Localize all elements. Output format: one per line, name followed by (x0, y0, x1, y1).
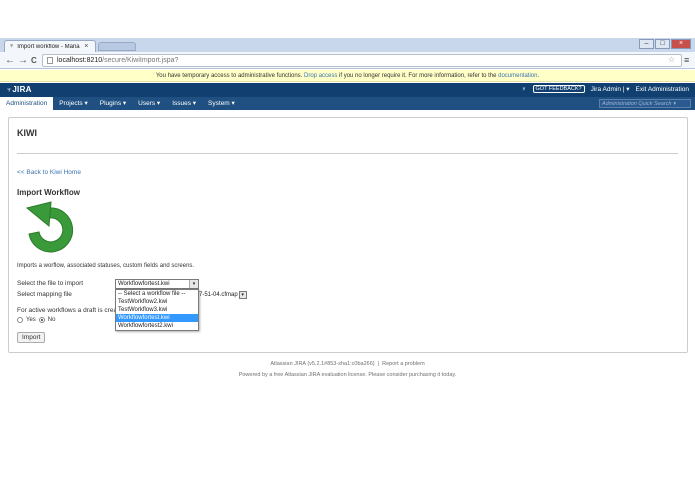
content-panel: KIWI << Back to Kiwi Home Import Workflo… (8, 117, 688, 353)
minimize-icon[interactable]: – (639, 39, 654, 49)
footer-version: Atlassian JIRA (v5.2.1#853-sha1:c0ba266)… (0, 361, 695, 367)
import-workflow-icon (25, 201, 74, 253)
user-caret-icon: ▾ (626, 86, 630, 93)
import-description: Imports a worflow, associated statuses, … (17, 263, 195, 269)
version-text: Atlassian JIRA (v5.2.1#853-sha1:c0ba266) (270, 361, 375, 367)
back-to-kiwi-link[interactable]: << Back to Kiwi Home (17, 169, 81, 176)
admin-nav: Administration Projects ▾ Plugins ▾ User… (0, 97, 695, 110)
workflow-file-value: Workflowfortest.kwi (118, 281, 170, 287)
banner-prefix: You have temporary access to administrat… (155, 73, 303, 79)
window-controls: – □ × (639, 39, 691, 49)
nav-issues[interactable]: Issues ▾ (166, 97, 202, 110)
forward-icon[interactable]: → (18, 55, 28, 66)
nav-system[interactable]: System ▾ (202, 97, 241, 110)
dropdown-option[interactable]: TestWorkflow3.kwi (116, 306, 198, 314)
workflow-file-select[interactable]: Workflowfortest.kwi ▾ (115, 279, 199, 289)
nav-users[interactable]: Users ▾ (132, 97, 166, 110)
mapping-file-select[interactable]: 7-51-04.cfmap ▾ (199, 290, 247, 300)
footer-license: Powered by a free Atlassian JIRA evaluat… (238, 372, 457, 378)
divider (17, 153, 678, 154)
url-path: /secure/KiwiImport.jspa? (102, 57, 179, 64)
chevron-down-icon[interactable]: ▾ (238, 291, 247, 299)
url-host: localhost:8210 (57, 57, 103, 64)
import-button[interactable]: Import (17, 332, 46, 343)
tab-close-icon[interactable]: × (84, 43, 88, 50)
banner-middle: if you no longer require it. For more in… (339, 73, 497, 79)
nav-administration[interactable]: Administration (0, 97, 54, 110)
radio-yes-label: Yes (26, 317, 36, 323)
window-close-icon[interactable]: × (671, 39, 691, 49)
maximize-icon[interactable]: □ (655, 39, 670, 49)
drop-access-link[interactable]: Drop access (304, 73, 337, 79)
dropdown-option-selected[interactable]: Workflowfortest.kwi (116, 314, 198, 322)
jira-logo-text: JIRA (12, 85, 32, 94)
feedback-button[interactable]: GOT FEEDBACK? (532, 85, 585, 93)
draft-radio-group: Yes No (17, 317, 55, 323)
jira-logo[interactable]: ♆JIRA (6, 85, 32, 94)
page-title: KIWI (17, 128, 37, 138)
exit-administration-link[interactable]: Exit Administration (636, 86, 689, 93)
jira-header: ♆JIRA ♆ GOT FEEDBACK? Jira Admin | ▾ Exi… (0, 83, 695, 97)
report-problem-link[interactable]: Report a problem (382, 361, 425, 367)
dropdown-option[interactable]: TestWorkflow2.kwi (116, 298, 198, 306)
dropdown-option[interactable]: -- Select a workflow file -- (116, 290, 198, 298)
footer-separator: | (377, 361, 380, 367)
page-icon (47, 57, 53, 64)
nav-projects[interactable]: Projects ▾ (53, 97, 94, 110)
file-label: Select the file to import (17, 280, 84, 287)
browser-menu-icon[interactable]: ≡ (684, 55, 689, 65)
radio-yes[interactable] (17, 317, 23, 323)
mapping-label: Select mapping file (17, 291, 72, 298)
draft-label: For active workflows a draft is creat (17, 307, 119, 314)
tab-favicon-icon: ♆ (9, 43, 15, 50)
browser-tab-bar: ♆ Import workflow - Maria J × – □ × (0, 38, 695, 52)
tab-title: Import workflow - Maria J (17, 43, 82, 50)
new-tab-button[interactable] (98, 42, 136, 51)
dropdown-option[interactable]: Workflowfortest2.kwi (116, 322, 198, 330)
documentation-link[interactable]: documentation (498, 73, 537, 79)
reload-icon[interactable]: C (31, 56, 37, 65)
bookmark-star-icon[interactable]: ☆ (668, 55, 675, 64)
browser-tab[interactable]: ♆ Import workflow - Maria J × (4, 40, 96, 52)
admin-access-banner: You have temporary access to administrat… (0, 70, 695, 82)
user-menu[interactable]: Jira Admin | ▾ (591, 85, 630, 93)
user-name: Jira Admin (590, 86, 621, 93)
nav-plugins[interactable]: Plugins ▾ (94, 97, 132, 110)
url-input[interactable]: localhost:8210/secure/KiwiImport.jspa? (42, 54, 682, 67)
mapping-file-value: 7-51-04.cfmap (199, 292, 238, 298)
address-bar: ← → C localhost:8210/secure/KiwiImport.j… (0, 52, 695, 69)
radio-no[interactable] (38, 317, 45, 323)
section-title: Import Workflow (17, 188, 80, 197)
banner-suffix: . (537, 73, 540, 79)
admin-quick-search-input[interactable]: Administration Quick Search ▾ (599, 99, 691, 108)
feedback-icon: ♆ (521, 85, 527, 93)
workflow-file-dropdown: -- Select a workflow file -- TestWorkflo… (115, 289, 199, 331)
radio-no-label: No (47, 317, 56, 323)
chevron-down-icon[interactable]: ▾ (189, 280, 198, 288)
back-icon[interactable]: ← (5, 55, 15, 66)
